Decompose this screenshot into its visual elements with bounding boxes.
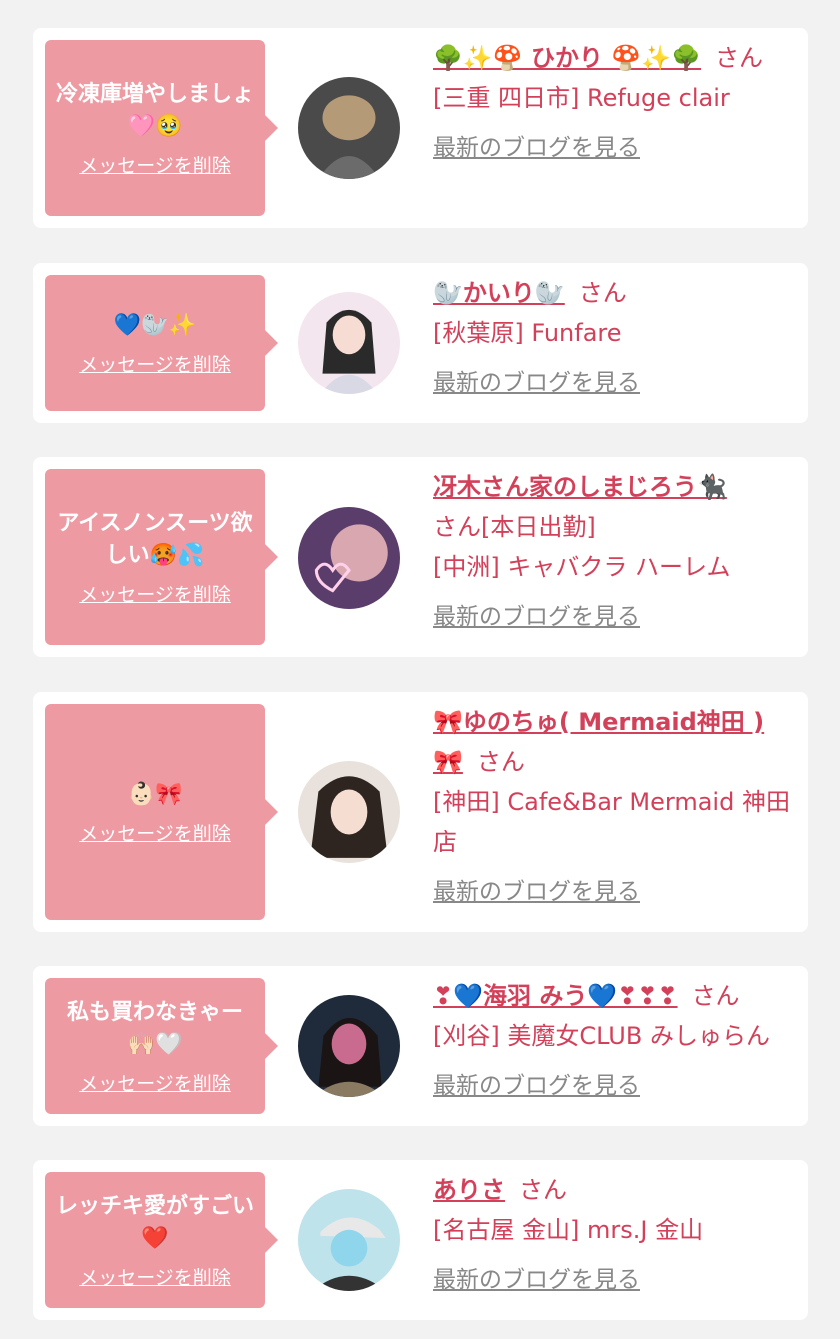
delete-message-link[interactable]: メッセージを削除	[79, 1263, 231, 1290]
view-blog-link[interactable]: 最新のブログを見る	[433, 363, 640, 403]
honorific: さん	[433, 513, 481, 541]
shop-name: [刈谷] 美魔女CLUB みしゅらん	[433, 1022, 770, 1050]
list-item: 👶🏻🎀 メッセージを削除 🎀ゆのちゅ( Mermaid神田 )🎀 さん [神田] …	[33, 692, 808, 932]
avatar-girl-icon	[298, 292, 400, 394]
message-text: レッチキ愛がすごい❤️	[55, 1193, 254, 1251]
list-item: レッチキ愛がすごい❤️ メッセージを削除 ありさ さん [名古屋 金山] mrs.…	[33, 1160, 808, 1320]
avatar[interactable]	[298, 292, 400, 394]
avatar[interactable]	[298, 761, 400, 863]
delete-message-link[interactable]: メッセージを削除	[79, 350, 231, 377]
view-blog-link[interactable]: 最新のブログを見る	[433, 1066, 640, 1106]
girl-name-link[interactable]: ❣💙海羽 みう💙❣❣❣	[433, 982, 678, 1010]
message-text: 冷凍庫増やしましょ🩷🥹	[55, 81, 254, 139]
girl-name-link[interactable]: 🦭かいり🦭	[433, 279, 565, 307]
message-text: 💙🦭✨	[113, 312, 197, 338]
honorific: さん	[715, 44, 764, 72]
message-text: 👶🏻🎀	[127, 781, 183, 807]
avatar-night-icon	[298, 995, 400, 1097]
shop-name: [中洲] キャバクラ ハーレム	[433, 553, 731, 581]
avatar-twintail-icon	[298, 761, 400, 863]
avatar-hair-back-icon	[298, 77, 400, 179]
delete-message-link[interactable]: メッセージを削除	[79, 819, 231, 846]
shop-name: [三重 四日市] Refuge clair	[433, 84, 730, 112]
profile-info: 🎀ゆのちゅ( Mermaid神田 )🎀 さん [神田] Cafe&Bar Merm…	[433, 702, 794, 912]
message-bubble: 冷凍庫増やしましょ🩷🥹 メッセージを削除	[45, 40, 278, 216]
profile-info: 🦭かいり🦭 さん [秋葉原] Funfare 最新のブログを見る	[433, 273, 794, 403]
shop-name: [秋葉原] Funfare	[433, 319, 622, 347]
delete-message-link[interactable]: メッセージを削除	[79, 151, 231, 178]
list-item: アイスノンスーツ欲しい🥵💦 メッセージを削除 冴木さん家のしまじろう🐈‍⬛ さん[…	[33, 457, 808, 657]
delete-message-link[interactable]: メッセージを削除	[79, 1069, 231, 1096]
profile-info: 🌳✨🍄 ひかり 🍄✨🌳 さん [三重 四日市] Refuge clair 最新のブ…	[433, 38, 794, 168]
message-bubble: 👶🏻🎀 メッセージを削除	[45, 704, 278, 920]
honorific: さん	[578, 279, 627, 307]
message-bubble: 💙🦭✨ メッセージを削除	[45, 275, 278, 411]
profile-info: ❣💙海羽 みう💙❣❣❣ さん [刈谷] 美魔女CLUB みしゅらん 最新のブログを…	[433, 976, 794, 1106]
message-text: アイスノンスーツ欲しい🥵💦	[57, 510, 253, 568]
view-blog-link[interactable]: 最新のブログを見る	[433, 128, 640, 168]
honorific: さん	[519, 1176, 567, 1204]
message-bubble: 私も買わなきゃー🙌🏻🤍 メッセージを削除	[45, 978, 278, 1114]
message-text: 私も買わなきゃー🙌🏻🤍	[66, 999, 243, 1057]
avatar[interactable]	[298, 507, 400, 609]
avatar-glow-icon	[298, 507, 400, 609]
girl-name-link[interactable]: 冴木さん家のしまじろう🐈‍⬛	[433, 473, 727, 501]
view-blog-link[interactable]: 最新のブログを見る	[433, 597, 640, 637]
favorite-list: 冷凍庫増やしましょ🩷🥹 メッセージを削除 🌳✨🍄 ひかり 🍄✨🌳 さん [三重 四…	[0, 0, 840, 1339]
message-bubble: レッチキ愛がすごい❤️ メッセージを削除	[45, 1172, 278, 1308]
avatar[interactable]	[298, 1189, 400, 1291]
list-item: 私も買わなきゃー🙌🏻🤍 メッセージを削除 ❣💙海羽 みう💙❣❣❣ さん [刈谷] …	[33, 966, 808, 1126]
status-tag: [本日出勤]	[481, 513, 596, 541]
list-item: 冷凍庫増やしましょ🩷🥹 メッセージを削除 🌳✨🍄 ひかり 🍄✨🌳 さん [三重 四…	[33, 28, 808, 228]
delete-message-link[interactable]: メッセージを削除	[79, 580, 231, 607]
avatar-cap-icon	[298, 1189, 400, 1291]
message-bubble: アイスノンスーツ欲しい🥵💦 メッセージを削除	[45, 469, 278, 645]
shop-name: [神田] Cafe&Bar Mermaid 神田店	[433, 788, 790, 856]
honorific: さん	[691, 982, 740, 1010]
honorific: さん	[476, 748, 525, 776]
girl-name-link[interactable]: ありさ	[433, 1176, 505, 1204]
view-blog-link[interactable]: 最新のブログを見る	[433, 1260, 640, 1300]
girl-name-link[interactable]: 🌳✨🍄 ひかり 🍄✨🌳	[433, 44, 701, 72]
avatar[interactable]	[298, 995, 400, 1097]
avatar[interactable]	[298, 77, 400, 179]
view-blog-link[interactable]: 最新のブログを見る	[433, 872, 640, 912]
shop-name: [名古屋 金山] mrs.J 金山	[433, 1216, 704, 1244]
list-item: 💙🦭✨ メッセージを削除 🦭かいり🦭 さん [秋葉原] Funfare 最新のブロ…	[33, 263, 808, 423]
profile-info: ありさ さん [名古屋 金山] mrs.J 金山 最新のブログを見る	[433, 1170, 794, 1300]
profile-info: 冴木さん家のしまじろう🐈‍⬛ さん[本日出勤] [中洲] キャバクラ ハーレム 最…	[433, 467, 794, 637]
